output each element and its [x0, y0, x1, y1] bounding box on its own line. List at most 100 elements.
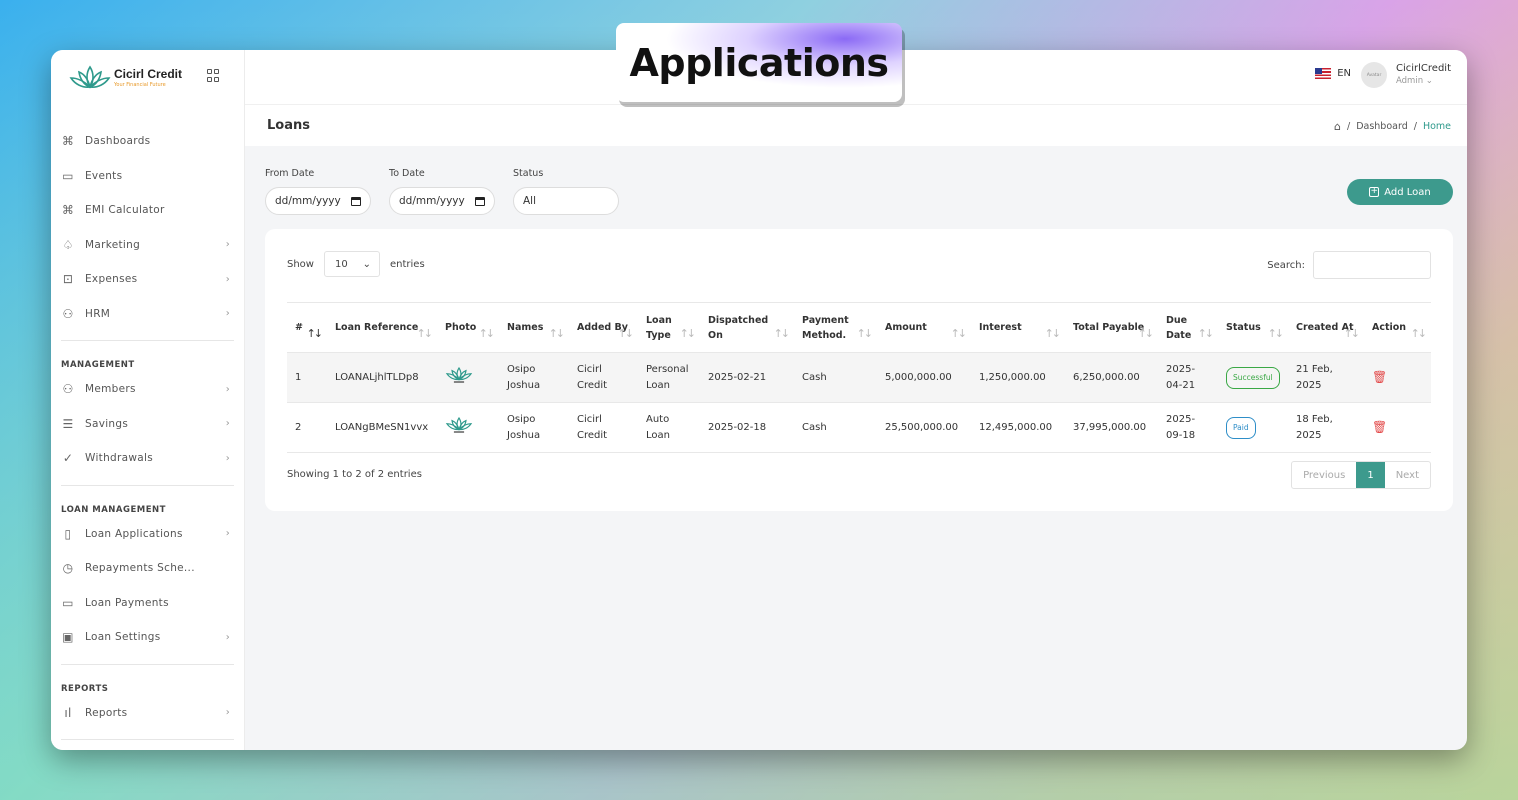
- sort-icon: ↑↓: [548, 327, 566, 340]
- cell-loan-reference: LOANgBMeSN1vvx: [327, 402, 437, 453]
- to-date-input[interactable]: dd/mm/yyyy: [389, 187, 495, 215]
- col-action[interactable]: Action ↑↓: [1364, 302, 1431, 353]
- cell-due-date: 2025-09-18: [1158, 402, 1218, 453]
- divider: [61, 663, 234, 665]
- sort-icon: ↑↓: [1343, 327, 1361, 340]
- sort-icon: ↑↓: [679, 327, 697, 340]
- cell-created-at: 21 Feb, 2025: [1288, 352, 1364, 403]
- col-added-by[interactable]: Added By ↑↓: [569, 302, 638, 353]
- sidebar-item-repayments-schedule[interactable]: ◷ Repayments Sche...: [51, 551, 244, 586]
- sidebar-item-loan-settings[interactable]: ▣ Loan Settings ›: [51, 620, 244, 655]
- us-flag-icon: [1315, 68, 1332, 79]
- previous-button[interactable]: Previous: [1292, 462, 1356, 488]
- entries-select[interactable]: 10 ⌄: [323, 251, 380, 277]
- col-loan-reference[interactable]: Loan Reference ↑↓: [327, 302, 437, 353]
- plus-square-icon: +: [1369, 186, 1380, 197]
- cell-total-payable: 37,995,000.00: [1065, 402, 1158, 453]
- cell-payment-method: Cash: [794, 352, 877, 403]
- user-menu[interactable]: CicirlCredit Admin ⌄: [1396, 63, 1451, 86]
- chevron-right-icon: ›: [225, 528, 230, 540]
- next-button[interactable]: Next: [1385, 462, 1430, 488]
- users-icon: ⚇: [62, 306, 74, 321]
- bag-icon: ⊡: [62, 272, 74, 287]
- language-selector[interactable]: EN: [1315, 68, 1351, 79]
- col-status[interactable]: Status ↑↓: [1218, 302, 1288, 353]
- col-loan-type[interactable]: Loan Type ↑↓: [638, 302, 700, 353]
- trash-icon[interactable]: 🗑: [1372, 370, 1387, 384]
- bar-chart-icon: ıl: [64, 705, 72, 720]
- sidebar-item-withdrawals[interactable]: ✓ Withdrawals ›: [51, 441, 244, 476]
- status-badge: Paid: [1226, 416, 1256, 439]
- cell-photo: [437, 402, 499, 453]
- from-date-filter: From Date dd/mm/yyyy: [265, 168, 371, 215]
- card-icon: ▭: [62, 595, 74, 610]
- sidebar-item-dashboards[interactable]: ⌘ Dashboards: [51, 124, 244, 159]
- sidebar-item-reports[interactable]: ıl Reports ›: [51, 696, 244, 731]
- search-input[interactable]: [1313, 251, 1431, 279]
- briefcase-icon: ▣: [62, 630, 74, 645]
- col-names[interactable]: Names ↑↓: [499, 302, 569, 353]
- sidebar-item-events[interactable]: ▭ Events: [51, 159, 244, 194]
- cell-status: Successful: [1218, 352, 1288, 403]
- status-select[interactable]: All: [513, 187, 619, 215]
- page-1-button[interactable]: 1: [1356, 462, 1385, 488]
- command-icon: ⌘: [61, 203, 75, 218]
- table-row[interactable]: 1 LOANALjhlTLDp8 Osipo Joshua Cicirl Cre…: [287, 352, 1431, 403]
- table-row[interactable]: 2 LOANgBMeSN1vvx Osipo Joshua Cicirl Cre…: [287, 402, 1431, 453]
- from-date-input[interactable]: dd/mm/yyyy: [265, 187, 371, 215]
- sidebar-item-loan-applications[interactable]: ▯ Loan Applications ›: [51, 517, 244, 552]
- breadcrumb-dashboard[interactable]: Dashboard: [1356, 121, 1408, 132]
- col-dispatched-on[interactable]: Dispatched On ↑↓: [700, 302, 794, 353]
- sidebar-item-loan-payments[interactable]: ▭ Loan Payments: [51, 586, 244, 621]
- col-due-date[interactable]: Due Date ↑↓: [1158, 302, 1218, 353]
- col-amount[interactable]: Amount ↑↓: [877, 302, 971, 353]
- sidebar-item-members[interactable]: ⚇ Members ›: [51, 372, 244, 407]
- loans-table-card: Show 10 ⌄ entries Search: # ↑↓ Loan Refere…: [265, 229, 1453, 511]
- cell-loan-type: Personal Loan: [638, 352, 700, 403]
- chevron-right-icon: ›: [225, 239, 230, 251]
- cell-interest: 1,250,000.00: [971, 352, 1065, 403]
- user-role: Admin ⌄: [1396, 76, 1433, 86]
- cell-dispatched-on: 2025-02-18: [700, 402, 794, 453]
- col-created-at[interactable]: Created At ↑↓: [1288, 302, 1364, 353]
- col-interest[interactable]: Interest ↑↓: [971, 302, 1065, 353]
- chevron-right-icon: ›: [225, 707, 230, 719]
- status-badge: Successful: [1226, 366, 1280, 389]
- chevron-down-icon: ⌄: [362, 258, 371, 270]
- sidebar-item-marketing[interactable]: ♤ Marketing ›: [51, 228, 244, 263]
- table-info: Showing 1 to 2 of 2 entries: [287, 469, 422, 480]
- col-number[interactable]: # ↑↓: [287, 302, 327, 353]
- page-header: Loans ⌂ / Dashboard / Home: [245, 104, 1467, 146]
- col-total-payable[interactable]: Total Payable ↑↓: [1065, 302, 1158, 353]
- breadcrumb-home[interactable]: Home: [1423, 121, 1451, 132]
- chevron-right-icon: ›: [225, 273, 230, 285]
- sort-icon: ↑↓: [1137, 327, 1155, 340]
- sidebar-item-savings[interactable]: ☰ Savings ›: [51, 407, 244, 442]
- to-date-label: To Date: [389, 168, 425, 179]
- home-icon[interactable]: ⌂: [1334, 120, 1341, 133]
- cell-names: Osipo Joshua: [499, 352, 569, 403]
- sidebar-item-expenses[interactable]: ⊡ Expenses ›: [51, 262, 244, 297]
- to-date-filter: To Date dd/mm/yyyy: [389, 168, 495, 215]
- sidebar-item-hrm[interactable]: ⚇ HRM ›: [51, 297, 244, 332]
- sidebar-item-emi-calculator[interactable]: ⌘ EMI Calculator: [51, 193, 244, 228]
- col-photo[interactable]: Photo ↑↓: [437, 302, 499, 353]
- cell-action: 🗑: [1364, 402, 1431, 453]
- col-payment-method[interactable]: Payment Method. ↑↓: [794, 302, 877, 353]
- cell-added-by: Cicirl Credit: [569, 402, 638, 453]
- cell-interest: 12,495,000.00: [971, 402, 1065, 453]
- users-icon: ⚇: [62, 382, 74, 397]
- sort-icon: ↑↓: [306, 327, 324, 340]
- trash-icon[interactable]: 🗑: [1372, 420, 1387, 434]
- cell-photo: [437, 352, 499, 403]
- avatar[interactable]: Avatar: [1361, 62, 1387, 88]
- grid-menu-icon[interactable]: [207, 69, 221, 83]
- calendar-icon: [351, 196, 361, 206]
- lotus-logo-icon: [445, 416, 473, 433]
- chevron-right-icon: ›: [225, 631, 230, 643]
- book-icon: ▯: [64, 526, 72, 541]
- add-loan-button[interactable]: + Add Loan: [1347, 179, 1453, 205]
- sort-icon: ↑↓: [1410, 327, 1428, 340]
- check-circle-icon: ✓: [62, 451, 74, 466]
- brand[interactable]: Cicirl Credit Your Financial Future: [51, 50, 244, 104]
